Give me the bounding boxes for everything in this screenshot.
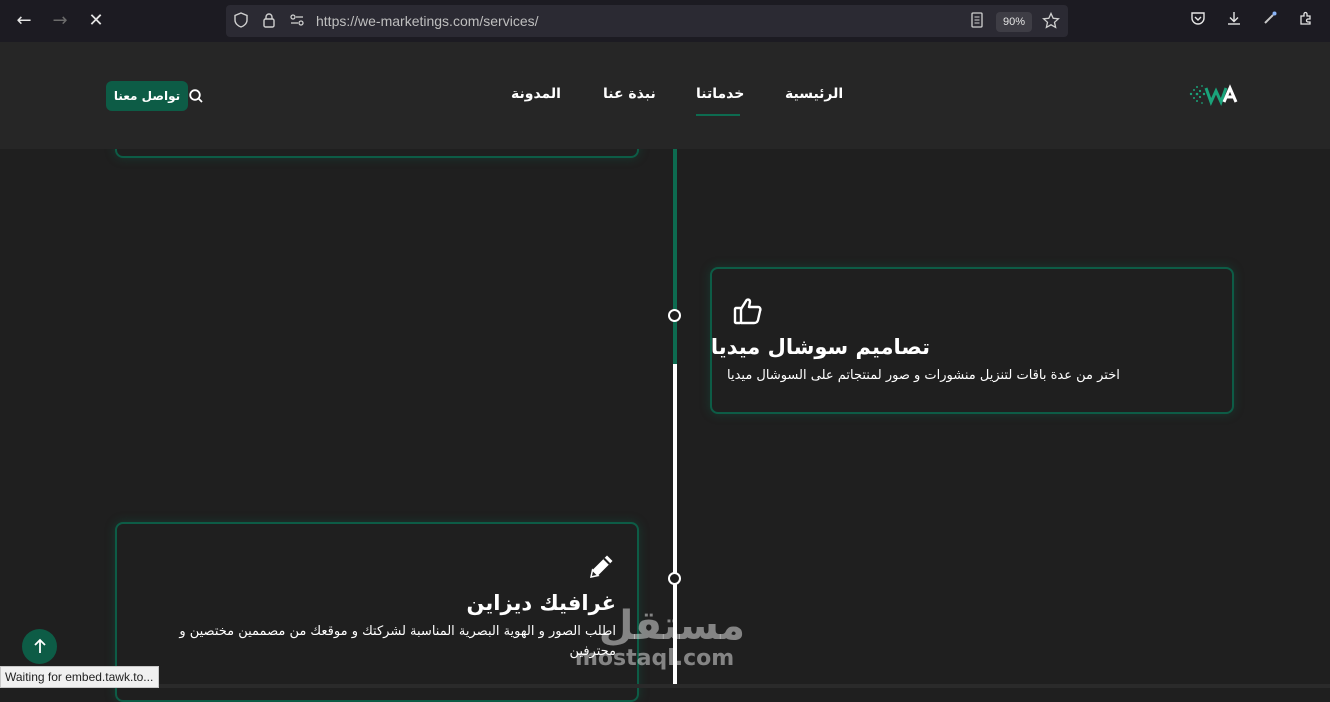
scroll-to-top-button[interactable] [22, 629, 57, 664]
bookmark-star-icon[interactable] [1042, 11, 1060, 30]
url-text[interactable]: https://we-marketings.com/services/ [316, 13, 539, 29]
pencil-icon [587, 551, 617, 581]
search-icon[interactable] [188, 88, 204, 104]
service-description: اطلب الصور و الهوية البصرية المناسبة لشر… [179, 624, 616, 659]
reader-view-icon[interactable] [968, 12, 986, 30]
downloads-icon[interactable] [1223, 10, 1245, 32]
site-header: الرئيسية خدماتنا نبذة عنا المدونة تواصل … [0, 42, 1330, 149]
permissions-icon[interactable] [288, 12, 306, 30]
url-bar[interactable]: https://we-marketings.com/services/ 90% [226, 5, 1068, 37]
nav-about[interactable]: نبذة عنا [603, 86, 656, 102]
back-icon[interactable]: ← [13, 10, 35, 32]
contact-us-button[interactable]: تواصل معنا [106, 81, 188, 111]
browser-toolbar: ← → ✕ https://we-marketings.com/services… [0, 0, 1330, 42]
site-logo[interactable] [1188, 82, 1244, 108]
watermark-arabic: مستقل [598, 603, 745, 649]
extensions-icon[interactable] [1295, 10, 1317, 32]
mostaql-watermark: مستقل mostaql.com [575, 605, 745, 671]
nav-blog[interactable]: المدونة [511, 86, 561, 102]
watermark-latin: mostaql.com [575, 646, 735, 671]
service-title: تصاميم سوشال ميديا [710, 335, 930, 359]
bottom-edge [159, 684, 1330, 688]
stop-loading-icon[interactable]: ✕ [85, 10, 107, 32]
service-card-social-media[interactable]: تصاميم سوشال ميديا اختر من عدة باقات لتن… [710, 267, 1234, 414]
nav-services[interactable]: خدماتنا [696, 86, 744, 102]
thumbs-up-icon [733, 296, 763, 326]
pocket-icon[interactable] [1187, 10, 1209, 32]
timeline-dot [668, 309, 681, 322]
browser-status-bar: Waiting for embed.tawk.to... [0, 666, 159, 688]
service-description: اختر من عدة باقات لتنزيل منشورات و صور ل… [727, 368, 1120, 383]
shield-icon[interactable] [232, 12, 250, 30]
lock-icon[interactable] [260, 12, 278, 30]
timeline-progress-line [673, 149, 677, 364]
nav-home[interactable]: الرئيسية [785, 86, 843, 102]
service-card-graphic-design[interactable]: غرافيك ديزاين اطلب الصور و الهوية البصري… [115, 522, 639, 702]
forward-icon[interactable]: → [49, 10, 71, 32]
zoom-level-badge[interactable]: 90% [996, 12, 1032, 32]
arrow-up-icon [33, 638, 46, 653]
nav-active-indicator [696, 114, 740, 116]
timeline-dot [668, 572, 681, 585]
eyedropper-icon[interactable] [1259, 10, 1281, 32]
